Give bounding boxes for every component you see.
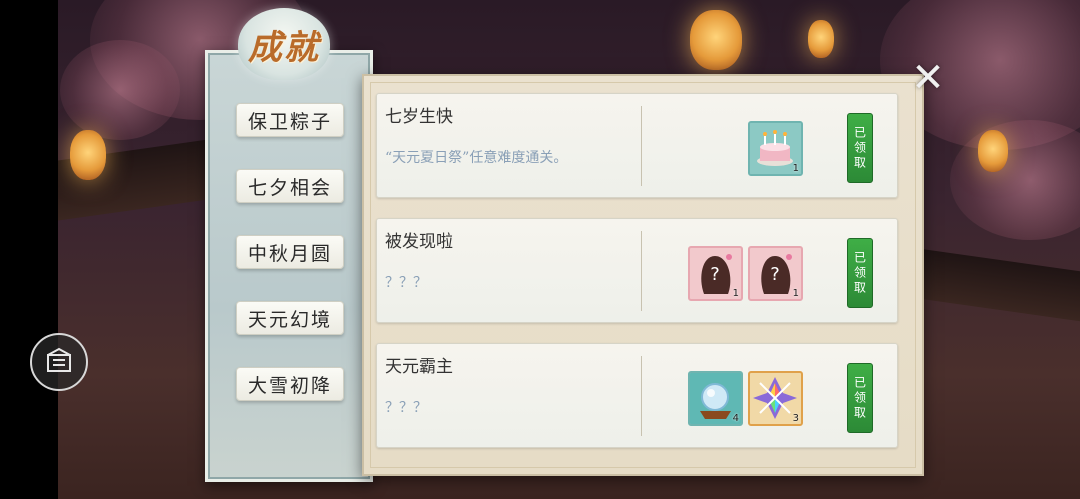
achievement-card: 七岁生快 “天元夏日祭”任意难度通关。 1 已领取 bbox=[376, 93, 898, 198]
divider bbox=[641, 231, 642, 311]
divider bbox=[641, 106, 642, 186]
svg-text:?: ? bbox=[770, 264, 780, 285]
reward-quantity: 1 bbox=[792, 163, 799, 174]
achievement-description: ？？？ bbox=[385, 275, 427, 291]
reward-quantity: 4 bbox=[732, 413, 739, 424]
reward-item[interactable]: 1 bbox=[748, 121, 803, 176]
box-icon bbox=[47, 347, 71, 372]
svg-text:?: ? bbox=[710, 264, 720, 285]
menu-item-1[interactable]: 保卫粽子 bbox=[236, 103, 344, 137]
panel-title: 成就 bbox=[248, 27, 320, 68]
achievement-description: “天元夏日祭”任意难度通关。 bbox=[385, 150, 568, 166]
screen-edge bbox=[0, 0, 58, 499]
achievement-title: 七岁生快 bbox=[385, 107, 453, 127]
achievement-card: 被发现啦 ？？？ ? 1 ? 1 已领取 bbox=[376, 218, 898, 323]
side-menu-button[interactable] bbox=[30, 333, 88, 391]
claimed-button[interactable]: 已领取 bbox=[847, 113, 873, 183]
menu-item-3[interactable]: 中秋月圆 bbox=[236, 235, 344, 269]
achievement-title: 天元霸主 bbox=[385, 357, 453, 377]
reward-item[interactable]: ? 1 bbox=[748, 246, 803, 301]
reward-quantity: 1 bbox=[792, 288, 799, 299]
panel-title-badge: 成就 bbox=[238, 8, 330, 80]
reward-quantity: 1 bbox=[732, 288, 739, 299]
reward-item[interactable]: 3 bbox=[748, 371, 803, 426]
divider bbox=[641, 356, 642, 436]
reward-quantity: 3 bbox=[792, 413, 799, 424]
claimed-button[interactable]: 已领取 bbox=[847, 363, 873, 433]
reward-item[interactable]: 4 bbox=[688, 371, 743, 426]
achievement-card: 天元霸主 ？？？ 4 3 已领取 bbox=[376, 343, 898, 448]
menu-item-2[interactable]: 七夕相会 bbox=[236, 169, 344, 203]
claimed-button[interactable]: 已领取 bbox=[847, 238, 873, 308]
close-button[interactable]: ✕ bbox=[908, 55, 948, 101]
achievement-description: ？？？ bbox=[385, 400, 427, 416]
menu-item-4[interactable]: 天元幻境 bbox=[236, 301, 344, 335]
menu-item-5[interactable]: 大雪初降 bbox=[236, 367, 344, 401]
achievement-title: 被发现啦 bbox=[385, 232, 453, 252]
reward-item[interactable]: ? 1 bbox=[688, 246, 743, 301]
